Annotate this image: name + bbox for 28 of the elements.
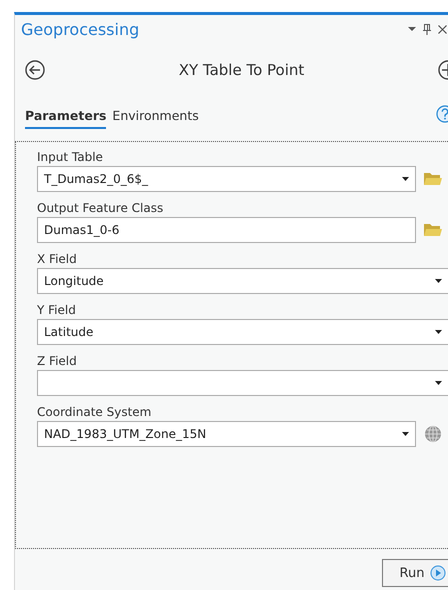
- close-icon[interactable]: [438, 24, 447, 34]
- field-label: Coordinate System: [37, 404, 152, 421]
- field-label: Output Feature Class: [37, 200, 164, 217]
- caret-icon[interactable]: [435, 381, 442, 385]
- tab[interactable]: Parameters: [25, 108, 106, 129]
- caret-icon[interactable]: [402, 177, 409, 181]
- dropdown-field[interactable]: Latitude: [37, 319, 448, 345]
- pin-icon[interactable]: [423, 24, 431, 34]
- dropdown-field[interactable]: T_Dumas2_0_6$_: [37, 166, 416, 192]
- back-icon[interactable]: [25, 60, 45, 80]
- dropdown-field[interactable]: NAD_1983_UTM_Zone_15N: [37, 421, 416, 447]
- field-label: X Field: [37, 251, 78, 268]
- tab[interactable]: Environments: [112, 108, 199, 129]
- dropdown-field[interactable]: Longitude: [37, 268, 448, 294]
- dropdown-field[interactable]: [37, 370, 448, 396]
- tool-title: XY Table To Point: [178, 61, 306, 79]
- run-button[interactable]: Run: [382, 559, 448, 587]
- input-field[interactable]: Dumas1_0-6: [37, 217, 416, 243]
- caret-icon[interactable]: [435, 279, 442, 283]
- pane-title: Geoprocessing: [21, 20, 140, 38]
- field-label: Y Field: [37, 302, 77, 319]
- field-label: Input Table: [37, 149, 104, 166]
- play-icon: [430, 565, 446, 581]
- caret-icon[interactable]: [435, 330, 442, 334]
- caret-icon[interactable]: [402, 432, 409, 436]
- globe-icon[interactable]: [424, 425, 442, 443]
- dropdown-icon[interactable]: [408, 26, 416, 32]
- field-label: Z Field: [37, 353, 78, 370]
